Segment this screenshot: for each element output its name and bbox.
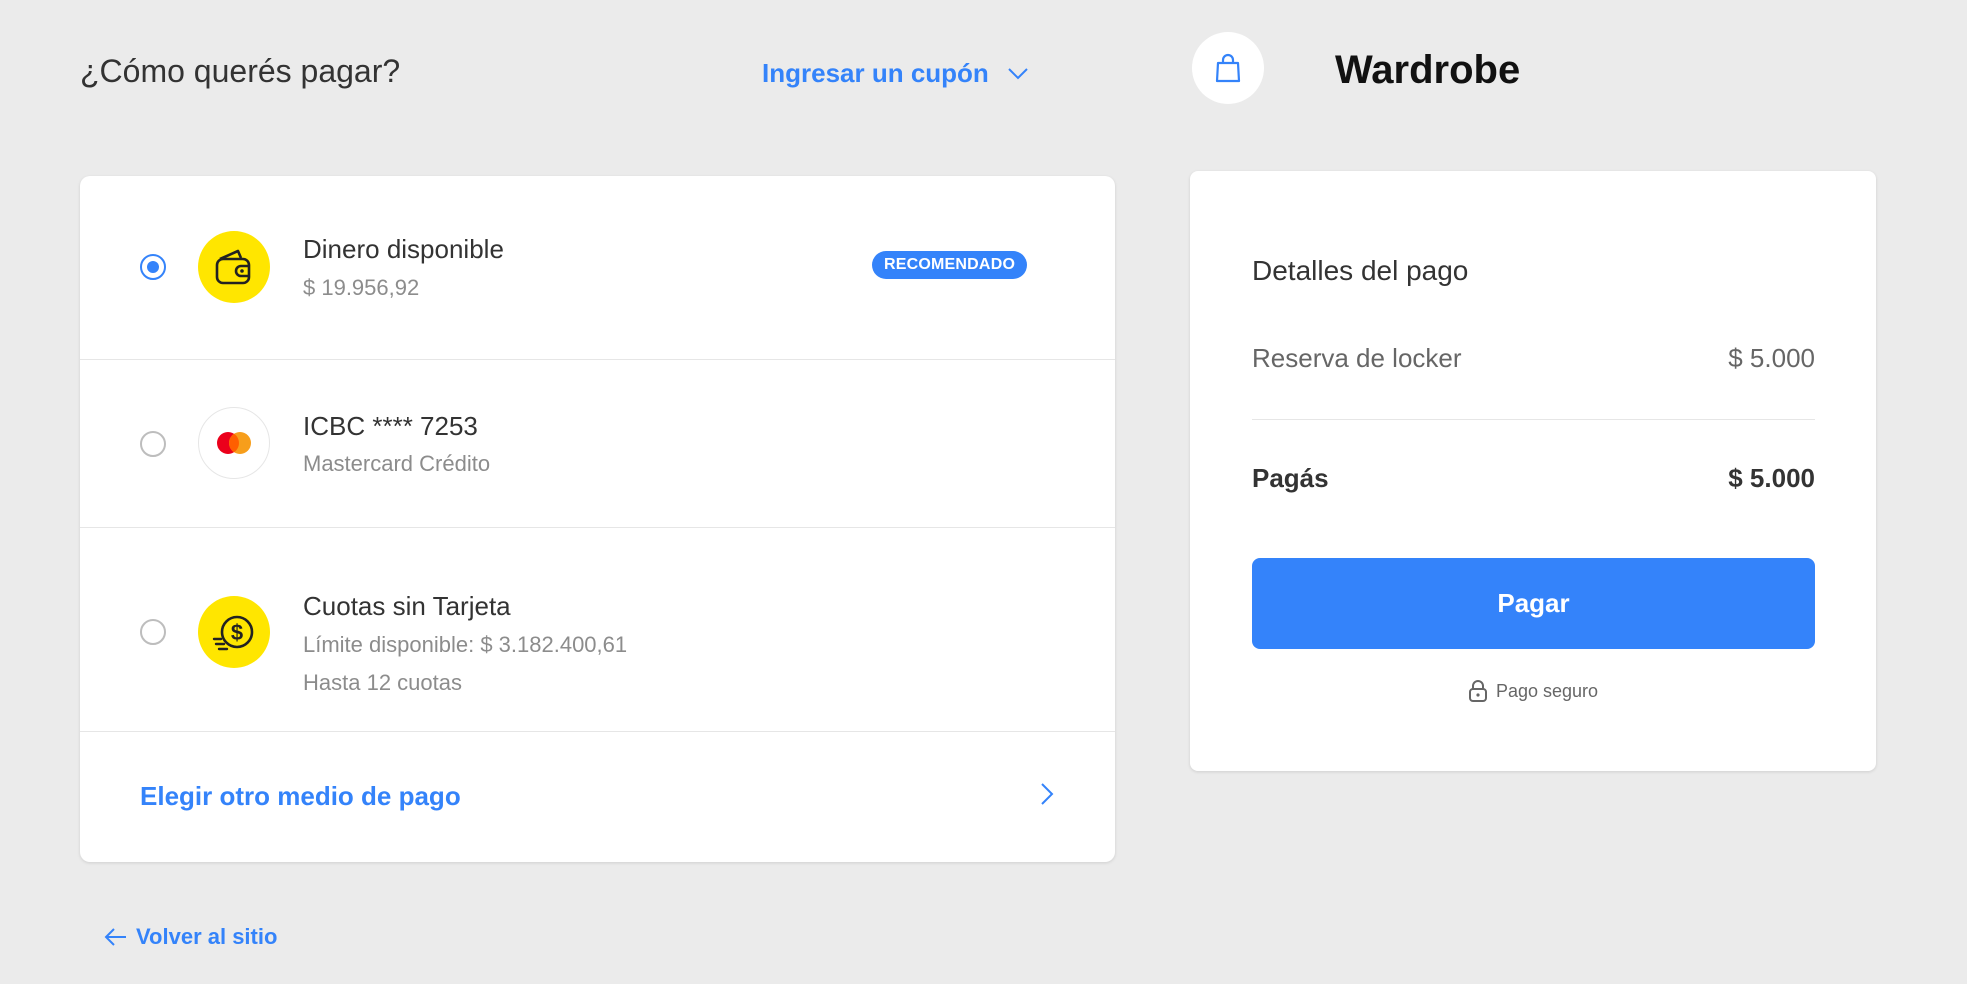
total-label: Pagás [1252,463,1329,493]
back-link-label: Volver al sitio [136,924,278,949]
secure-payment-note: Pago seguro [1190,679,1876,703]
method-card-type: Mastercard Crédito [303,451,491,476]
choose-other-method-link[interactable]: Elegir otro medio de pago [140,781,461,812]
wallet-icon-badge [198,231,270,303]
svg-text:$: $ [231,620,243,645]
summary-item-value: $ 5.000 [1728,343,1815,373]
divider [1252,419,1815,420]
shopping-bag-icon [1215,53,1241,83]
arrow-left-icon [104,928,126,946]
store-name: Wardrobe [1335,48,1521,92]
chevron-down-icon [1008,67,1028,79]
recommended-badge: RECOMENDADO [872,251,1028,279]
page-heading: ¿Cómo querés pagar? [80,53,401,89]
secure-label: Pago seguro [1495,680,1599,701]
back-to-site-link[interactable]: Volver al sitio [104,924,277,950]
radio-button[interactable] [140,431,166,457]
payment-method-installments[interactable]: $ Cuotas sin Tarjeta Límite disponible: … [80,527,1115,732]
pay-button[interactable]: Pagar [1252,558,1815,649]
mastercard-icon-badge [198,407,270,479]
payment-method-available-money[interactable]: Dinero disponible $ 19.956,92 RECOMENDAD… [80,176,1115,360]
summary-title: Detalles del pago [1252,255,1469,286]
dollar-coin-icon: $ [212,615,254,651]
lock-icon [1468,680,1487,702]
coupon-toggle[interactable]: Ingresar un cupón [762,58,1029,89]
method-title: ICBC **** 7253 [303,411,478,441]
mastercard-icon [217,432,251,454]
store-avatar [1192,32,1264,104]
dollar-coin-icon-badge: $ [198,596,270,668]
payment-methods-card: Dinero disponible $ 19.956,92 RECOMENDAD… [80,176,1115,862]
radio-button[interactable] [140,619,166,645]
method-installments: Hasta 12 cuotas [303,670,462,695]
payment-method-icbc-card[interactable]: ICBC **** 7253 Mastercard Crédito [80,359,1115,528]
wallet-icon [215,249,251,285]
coupon-label: Ingresar un cupón [762,58,989,88]
total-value: $ 5.000 [1728,463,1815,493]
method-balance: $ 19.956,92 [303,275,420,300]
method-available-limit: Límite disponible: $ 3.182.400,61 [303,632,628,657]
payment-summary-card: Detalles del pago Reserva de locker $ 5.… [1190,171,1876,771]
summary-item-label: Reserva de locker [1252,343,1462,373]
radio-button-selected[interactable] [140,254,166,280]
method-title: Dinero disponible [303,234,504,264]
method-title: Cuotas sin Tarjeta [303,591,511,621]
chevron-right-icon[interactable] [1040,782,1054,806]
